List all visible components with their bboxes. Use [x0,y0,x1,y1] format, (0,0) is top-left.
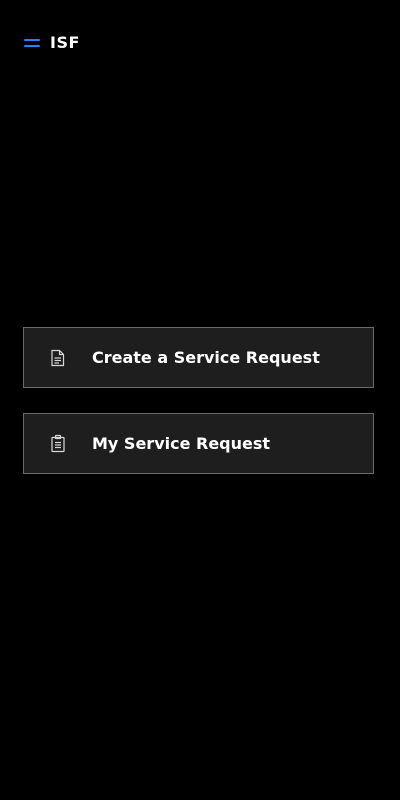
menu-bar-top [24,39,40,41]
app-header: ISF [0,0,400,88]
document-icon [49,348,67,368]
app-title: ISF [50,33,80,52]
app-screen: ISF Create a Service Request My Service … [0,0,400,800]
create-service-request-label: Create a Service Request [92,348,320,367]
create-service-request-button[interactable]: Create a Service Request [23,327,374,388]
my-service-request-button[interactable]: My Service Request [23,413,374,474]
action-list: Create a Service Request My Service Requ… [23,327,374,499]
hamburger-menu-icon[interactable] [24,37,41,49]
clipboard-icon [49,434,67,454]
my-service-request-label: My Service Request [92,434,271,453]
menu-bar-bottom [24,45,40,47]
